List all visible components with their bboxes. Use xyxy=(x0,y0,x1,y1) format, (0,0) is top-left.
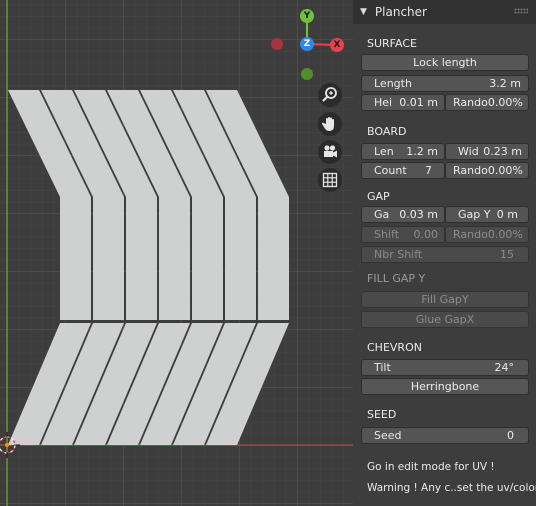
gap-shift-label: Shift xyxy=(374,228,400,241)
panel-header[interactable]: ▼ Plancher xyxy=(353,0,536,24)
grid-icon[interactable] xyxy=(318,168,342,192)
navigation-gizmo[interactable]: Y Z X xyxy=(270,6,350,86)
gap-shift-field[interactable]: Shift 0.00 xyxy=(361,226,445,243)
board-rando-label: Rando xyxy=(453,164,488,177)
gap-shift-value: 0.00 xyxy=(413,228,439,241)
surface-rando-value: 0.00% xyxy=(487,96,523,109)
section-seed: SEED xyxy=(367,408,397,421)
section-board: BOARD xyxy=(367,125,407,138)
camera-icon[interactable] xyxy=(318,140,342,164)
gap-y-value: 0 m xyxy=(496,208,518,221)
lock-length-button[interactable]: Lock length xyxy=(361,54,529,71)
surface-rando-label: Rando xyxy=(453,96,488,109)
seed-field[interactable]: Seed 0 xyxy=(361,427,529,444)
gap-y-field[interactable]: Gap Y 0 m xyxy=(445,206,529,223)
seed-label: Seed xyxy=(374,429,402,442)
board-count-label: Count xyxy=(374,164,407,177)
nbr-shift-field[interactable]: Nbr Shift 15 xyxy=(361,246,529,263)
board-wid-label: Wid xyxy=(458,145,479,158)
chevron-boards xyxy=(8,90,289,445)
hand-pan-icon[interactable] xyxy=(318,112,342,136)
board-len-field[interactable]: Len 1.2 m xyxy=(361,143,445,160)
length-field[interactable]: Length 3.2 m xyxy=(361,75,529,92)
panel-title: Plancher xyxy=(374,5,427,19)
board-rando-field[interactable]: Rando 0.00% xyxy=(445,162,529,179)
board-wid-value: 0.23 m xyxy=(483,145,522,158)
gap-ga-field[interactable]: Ga 0.03 m xyxy=(361,206,445,223)
section-chevron: CHEVRON xyxy=(367,341,422,354)
board-len-value: 1.2 m xyxy=(406,145,438,158)
gap-rando-field[interactable]: Rando 0.00% xyxy=(445,226,529,243)
glue-gapx-button[interactable]: Glue GapX xyxy=(361,311,529,328)
gizmo-neg-x-icon[interactable] xyxy=(271,38,283,50)
board-wid-field[interactable]: Wid 0.23 m xyxy=(445,143,529,160)
board-rando-value: 0.00% xyxy=(487,164,523,177)
warning-note: Warning ! Any c..set the uv/color ! xyxy=(367,482,536,494)
gap-ga-value: 0.03 m xyxy=(399,208,438,221)
gizmo-z-icon[interactable]: Z xyxy=(300,37,314,51)
edit-mode-note: Go in edit mode for UV ! xyxy=(367,461,495,473)
plancher-panel: ▼ Plancher SURFACE Lock length Length 3.… xyxy=(353,0,536,506)
board-count-field[interactable]: Count 7 xyxy=(361,162,445,179)
length-value: 3.2 m xyxy=(489,77,521,90)
tilt-label: Tilt xyxy=(374,361,391,374)
fill-gapy-button[interactable]: Fill GapY xyxy=(361,291,529,308)
gap-rando-label: Rando xyxy=(453,228,488,241)
hei-field[interactable]: Hei 0.01 m xyxy=(361,94,445,111)
hei-value: 0.01 m xyxy=(399,96,438,109)
nbr-shift-label: Nbr Shift xyxy=(374,248,423,261)
seed-value: 0 xyxy=(507,429,514,442)
gizmo-x-icon[interactable]: X xyxy=(330,38,344,52)
zoom-icon[interactable] xyxy=(318,83,342,107)
drag-grip-icon[interactable] xyxy=(514,8,528,14)
tilt-value: 24° xyxy=(494,361,515,374)
gizmo-neg-y-icon[interactable] xyxy=(301,68,313,80)
length-label: Length xyxy=(374,77,412,90)
section-fill-gap-y: FILL GAP Y xyxy=(367,272,426,285)
gap-y-label: Gap Y xyxy=(458,208,491,221)
section-gap: GAP xyxy=(367,190,390,203)
nbr-shift-value: 15 xyxy=(500,248,514,261)
board-len-label: Len xyxy=(374,145,394,158)
board-count-value: 7 xyxy=(425,164,432,177)
herringbone-button[interactable]: Herringbone xyxy=(361,378,529,395)
tilt-field[interactable]: Tilt 24° xyxy=(361,359,529,376)
gap-rando-value: 0.00% xyxy=(487,228,523,241)
surface-rando-field[interactable]: Rando 0.00% xyxy=(445,94,529,111)
collapse-triangle-icon[interactable]: ▼ xyxy=(360,7,367,17)
3d-viewport[interactable]: Y Z X xyxy=(0,0,353,506)
gap-ga-label: Ga xyxy=(374,208,390,221)
gizmo-y-icon[interactable]: Y xyxy=(300,9,314,23)
hei-label: Hei xyxy=(374,96,393,109)
section-surface: SURFACE xyxy=(367,37,417,50)
